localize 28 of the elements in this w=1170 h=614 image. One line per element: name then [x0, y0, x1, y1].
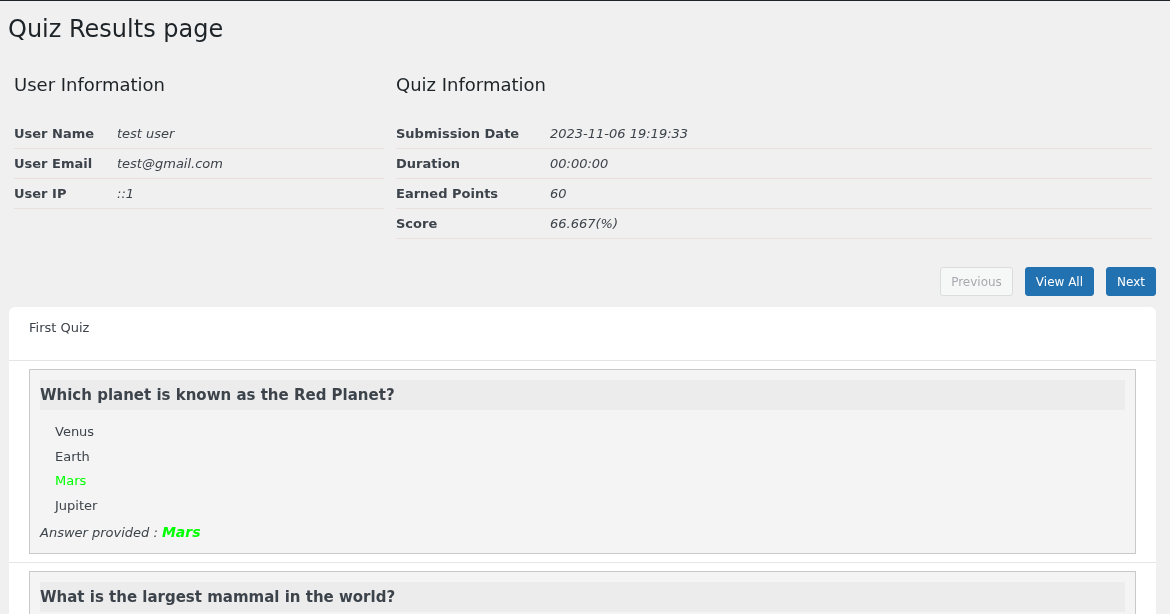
- page-title: Quiz Results page: [7, 14, 225, 45]
- info-value: 66.667(%): [550, 215, 618, 234]
- info-value: 60: [550, 185, 567, 204]
- nav-button[interactable]: Next: [1106, 267, 1156, 296]
- answer-option: Earth: [55, 444, 1125, 469]
- info-label: User IP: [14, 185, 68, 204]
- info-label: Duration: [396, 155, 462, 174]
- info-value: 2023-11-06 19:19:33: [550, 125, 689, 144]
- section-heading: Quiz Information: [396, 73, 547, 97]
- info-label: Earned Points: [396, 185, 500, 204]
- info-value: 00:00:00: [550, 155, 609, 174]
- nav-button[interactable]: View All: [1024, 267, 1095, 296]
- info-label: User Email: [14, 155, 94, 174]
- answer-option: Mars: [55, 469, 1125, 494]
- info-value: test@gmail.com: [117, 155, 223, 174]
- quiz-title: First Quiz: [29, 320, 90, 335]
- section-heading: User Information: [14, 73, 166, 97]
- info-label: Submission Date: [396, 125, 521, 144]
- answer-option: Venus: [55, 420, 1125, 445]
- info-label: User Name: [14, 125, 96, 144]
- info-value: ::1: [117, 185, 135, 204]
- answer-label: Answer provided :: [40, 524, 158, 542]
- question-heading: What is the largest mammal in the world?: [40, 582, 1125, 612]
- question-heading: Which planet is known as the Red Planet?: [40, 380, 1125, 410]
- info-label: Score: [396, 215, 439, 234]
- info-value: test user: [117, 125, 175, 144]
- answer-option: Jupiter: [55, 493, 1125, 518]
- provided-answer: Mars: [161, 523, 201, 542]
